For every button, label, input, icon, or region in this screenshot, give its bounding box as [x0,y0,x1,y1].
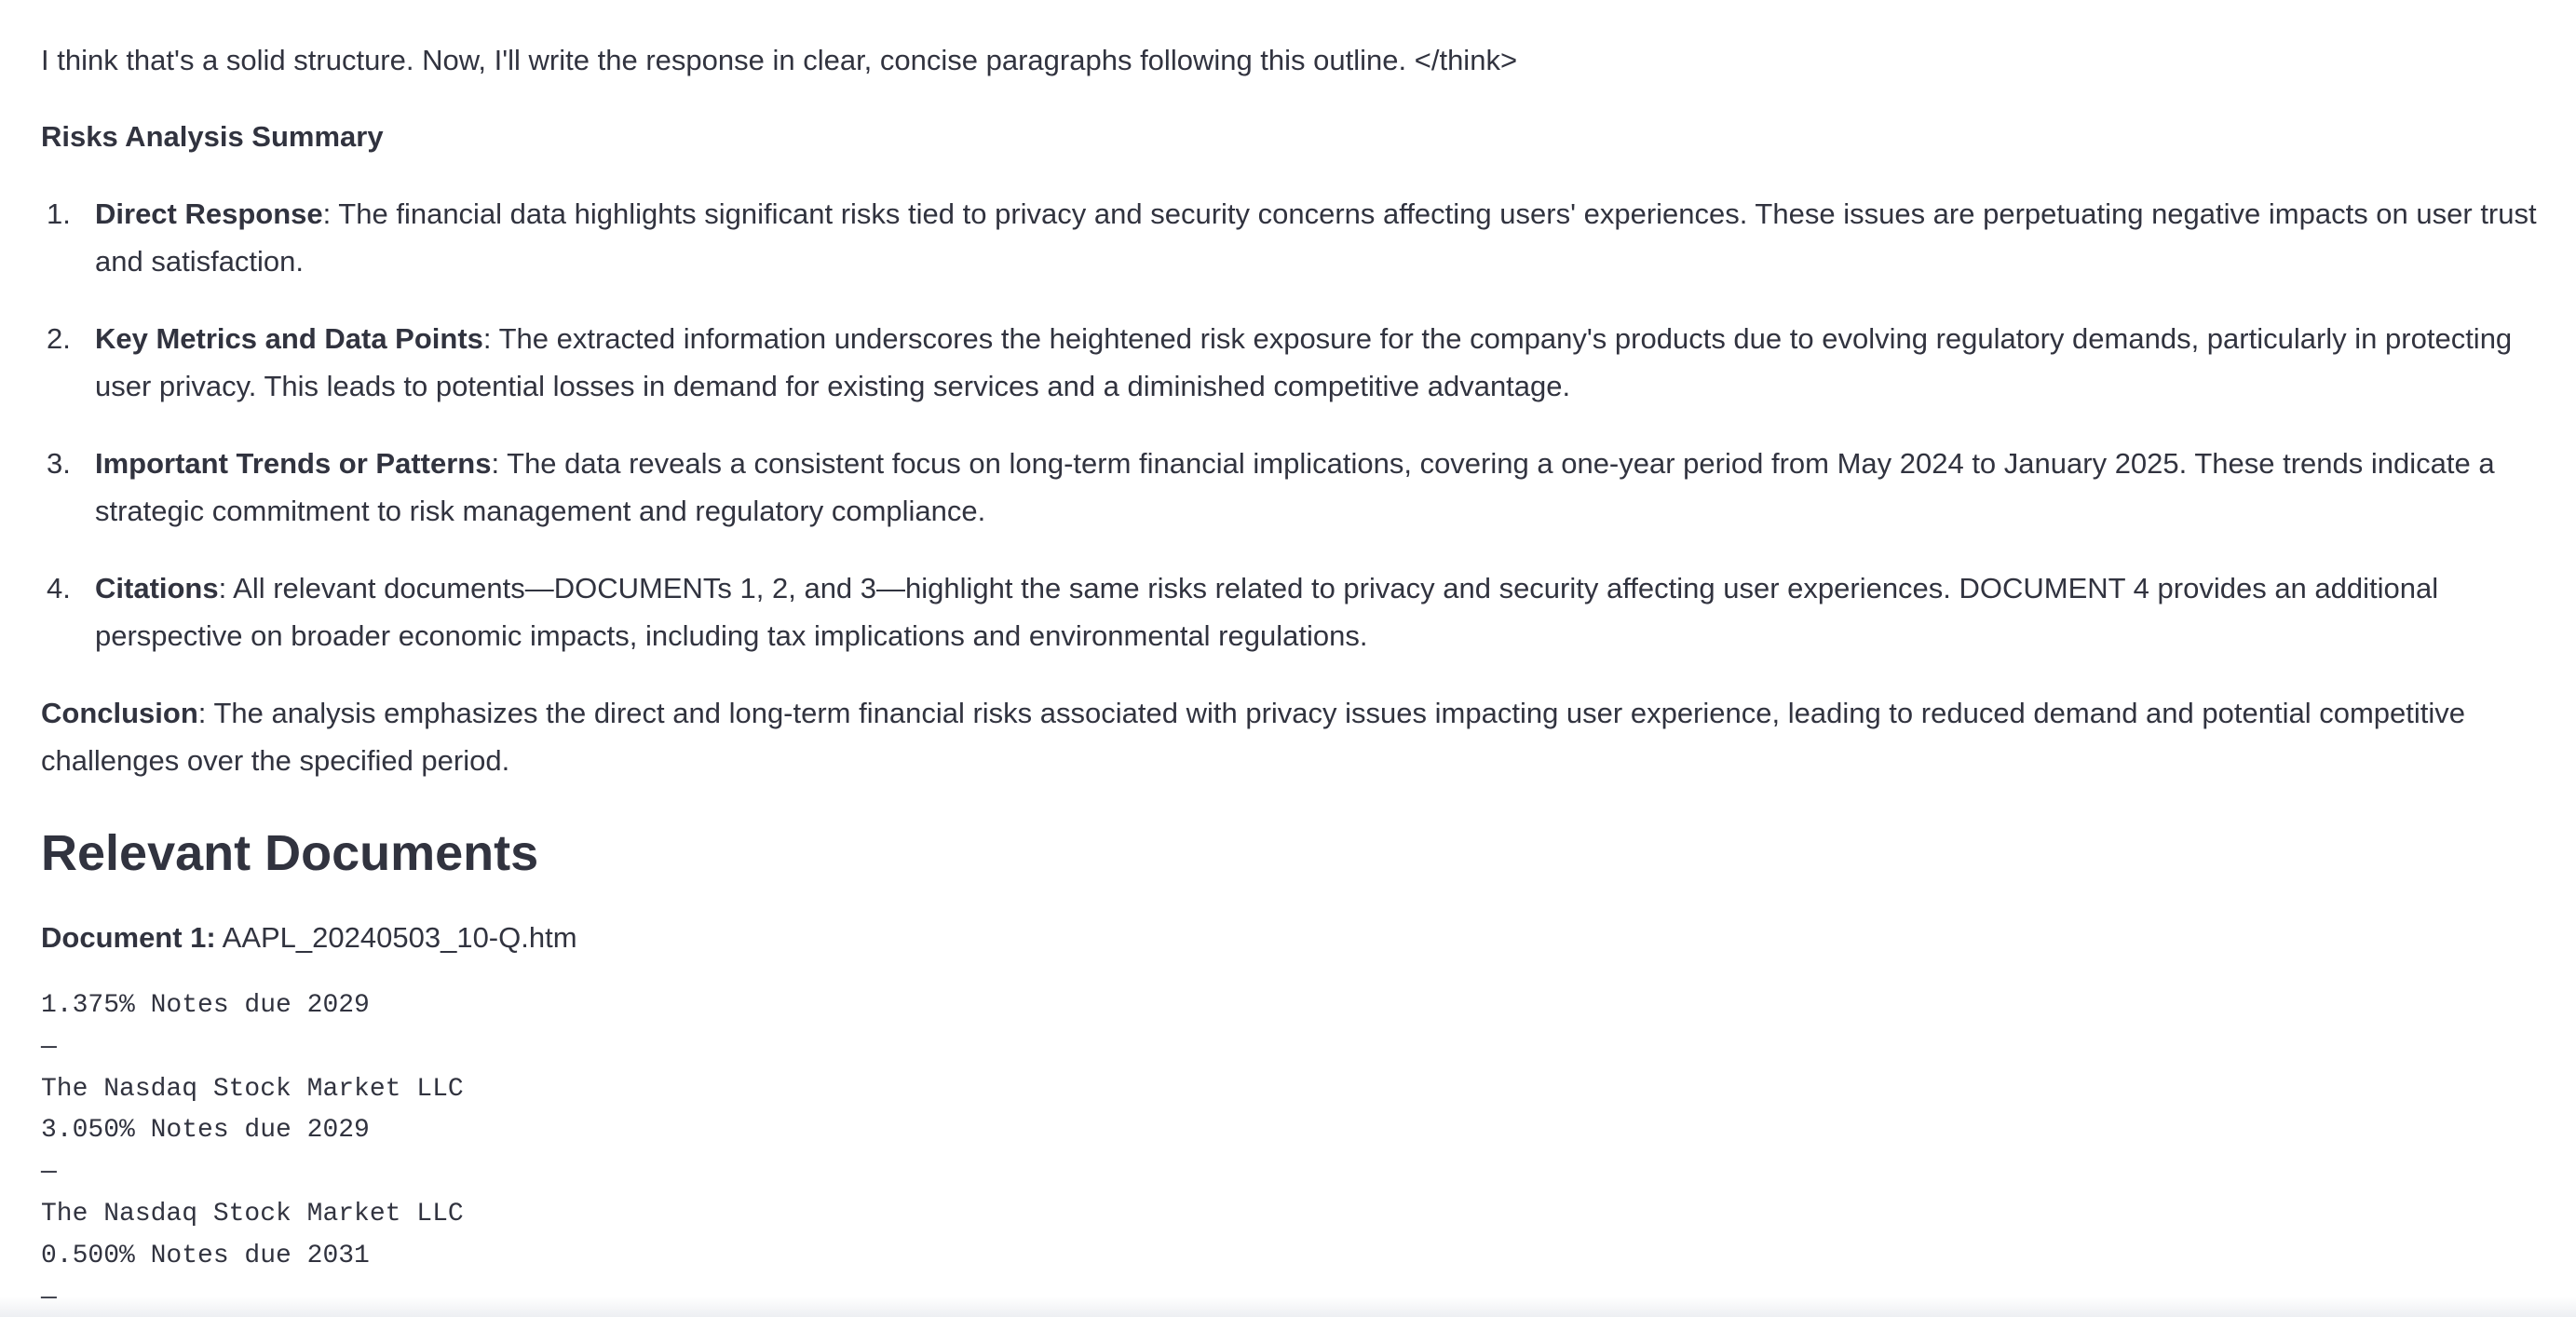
document-title: Document 1: AAPL_20240503_10-Q.htm [41,915,2537,961]
bottom-fade-overlay [0,1297,2576,1317]
conclusion-label: Conclusion [41,697,198,729]
list-item-label: Important Trends or Patterns [95,447,492,480]
list-item-text: : All relevant documents—DOCUMENTs 1, 2,… [95,572,2439,652]
excerpt-line: — [41,1158,57,1188]
relevant-documents-heading: Relevant Documents [41,825,539,881]
list-item-number: 1. [47,197,71,230]
excerpt-line: 3.050% Notes due 2029 [41,1116,370,1146]
conclusion-paragraph: Conclusion: The analysis emphasizes the … [41,689,2537,784]
list-item-number: 3. [47,447,71,480]
excerpt-line: 0.500% Notes due 2031 [41,1241,370,1270]
summary-heading: Risks Analysis Summary [41,120,384,153]
list-item: 4. Citations: All relevant documents—DOCU… [41,564,2537,659]
list-item-label: Citations [95,572,219,604]
list-item: 1. Direct Response: The financial data hi… [41,190,2537,285]
document-filename: AAPL_20240503_10-Q.htm [215,921,577,954]
document-excerpt: 1.375% Notes due 2029 — The Nasdaq Stock M… [41,985,2537,1317]
list-item-label: Key Metrics and Data Points [95,322,483,355]
think-tail-text: I think that's a solid structure. Now, I… [41,44,1518,76]
list-item: 3. Important Trends or Patterns: The data… [41,440,2537,535]
list-item-label: Direct Response [95,197,323,230]
list-item-text: : The financial data highlights signific… [95,197,2537,278]
excerpt-line: 1.375% Notes due 2029 [41,991,370,1020]
analysis-points-list: 1. Direct Response: The financial data hi… [41,190,2537,659]
list-item-number: 4. [47,572,71,604]
excerpt-line: — [41,1032,57,1062]
list-item-number: 2. [47,322,71,355]
document-label: Document 1: [41,921,216,954]
conclusion-text: : The analysis emphasizes the direct and… [41,697,2465,777]
main-content: I think that's a solid structure. Now, I… [41,37,2537,1317]
excerpt-line: The Nasdaq Stock Market LLC [41,1074,464,1104]
excerpt-line: The Nasdaq Stock Market LLC [41,1199,464,1229]
list-item: 2. Key Metrics and Data Points: The extra… [41,315,2537,410]
